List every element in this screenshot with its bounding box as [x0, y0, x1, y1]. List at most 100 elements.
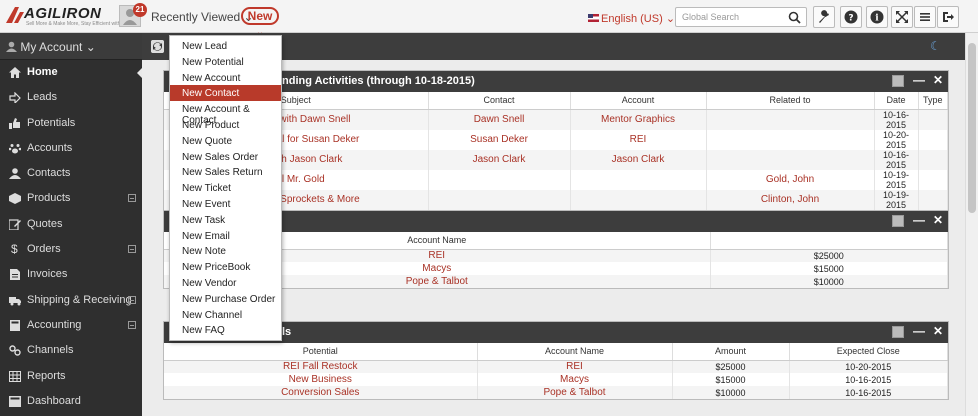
close-icon[interactable]: ✕ — [933, 74, 945, 87]
related-link[interactable]: Clinton, John — [706, 189, 875, 210]
column-header[interactable]: Expected Close — [789, 343, 948, 361]
sidebar-item-contacts[interactable]: Contacts — [0, 161, 142, 186]
minimize-icon[interactable]: — — [913, 214, 925, 227]
column-header[interactable]: Account — [570, 92, 707, 110]
menu-item-new-contact[interactable]: New Contact — [170, 85, 281, 102]
fullscreen-button[interactable] — [891, 6, 913, 28]
account-link[interactable]: REI — [570, 129, 707, 150]
account-link[interactable]: Macys — [477, 373, 673, 386]
panel-settings-icon[interactable] — [892, 75, 904, 87]
column-header[interactable]: Potential — [164, 343, 478, 361]
amount-cell: $10000 — [672, 386, 790, 399]
help-button[interactable]: ? — [840, 6, 862, 28]
language-selector[interactable]: English (US) ⌄ — [588, 12, 675, 25]
sidebar-item-home[interactable]: Home — [0, 60, 143, 85]
menu-item-new-task[interactable]: New Task — [170, 212, 281, 228]
menu-item-new-channel[interactable]: New Channel — [170, 307, 281, 323]
potential-link[interactable]: Conversion Sales — [164, 386, 478, 399]
close-icon[interactable]: ✕ — [933, 214, 945, 227]
account-link[interactable]: Pope & Talbot — [477, 386, 673, 399]
info-button[interactable]: i — [866, 6, 888, 28]
sidebar-item-dashboard[interactable]: Dashboard — [0, 389, 142, 414]
contact-link[interactable]: Dawn Snell — [428, 109, 571, 130]
logo-tagline: Sell More & Make More, Stay Efficient wi… — [26, 21, 133, 27]
panel-settings-icon[interactable] — [892, 215, 904, 227]
my-account-label: My Account — [20, 40, 83, 54]
account-link[interactable]: Mentor Graphics — [570, 109, 707, 130]
menu-item-new-product[interactable]: New Product — [170, 117, 281, 133]
new-menu-button[interactable]: New ⌄ — [241, 7, 279, 37]
sidebar-item-reports[interactable]: Reports — [0, 364, 142, 389]
close-icon[interactable]: ✕ — [933, 325, 945, 338]
menu-item-new-event[interactable]: New Event — [170, 196, 281, 212]
potential-link[interactable]: New Business — [164, 373, 478, 386]
sidebar-item-shipping[interactable]: Shipping & Receiving — [0, 288, 142, 313]
loading-icon: ☾ — [930, 39, 941, 53]
column-header[interactable]: Account Name — [477, 343, 673, 361]
search-icon[interactable] — [788, 11, 801, 24]
global-search-input[interactable]: Global Search — [675, 7, 807, 27]
page-scrollbar[interactable] — [965, 33, 978, 416]
collapse-icon[interactable] — [128, 194, 136, 203]
panel-settings-icon[interactable] — [892, 326, 904, 338]
menu-item-new-ticket[interactable]: New Ticket — [170, 180, 281, 196]
column-header[interactable]: Contact — [428, 92, 571, 110]
related-link[interactable] — [706, 129, 875, 150]
collapse-icon[interactable] — [128, 295, 136, 304]
account-link[interactable]: Jason Clark — [570, 149, 707, 170]
contact-link[interactable] — [428, 189, 571, 210]
related-link[interactable] — [706, 149, 875, 170]
contact-link[interactable]: Susan Deker — [428, 129, 571, 150]
sidebar-item-label: Reports — [27, 369, 66, 382]
menu-item-new-lead[interactable]: New Lead — [170, 38, 281, 54]
menu-item-new-account[interactable]: New Account — [170, 70, 281, 86]
sidebar-item-potentials[interactable]: Potentials — [0, 111, 142, 136]
related-link[interactable] — [706, 109, 875, 130]
collapse-icon[interactable] — [128, 245, 136, 254]
refresh-icon[interactable] — [151, 40, 164, 53]
menu-item-new-sales-order[interactable]: New Sales Order — [170, 149, 281, 165]
sidebar-item-quotes[interactable]: Quotes — [0, 212, 142, 237]
menu-item-new-email[interactable]: New Email — [170, 228, 281, 244]
type-cell — [918, 129, 948, 150]
menu-button[interactable] — [914, 6, 936, 28]
sidebar-item-products[interactable]: Products — [0, 186, 142, 211]
menu-item-new-account-contact[interactable]: New Account & Contact — [170, 101, 281, 126]
account-link[interactable]: REI — [477, 360, 673, 373]
sidebar-item-invoices[interactable]: Invoices — [0, 262, 142, 287]
agiliron-logo[interactable]: AGILIRON Sell More & Make More, Stay Eff… — [6, 5, 133, 27]
contact-link[interactable] — [428, 169, 571, 190]
tools-button[interactable] — [813, 6, 835, 28]
menu-item-new-pricebook[interactable]: New PriceBook — [170, 259, 281, 275]
logout-button[interactable] — [937, 6, 959, 28]
my-account-menu[interactable]: My Account ⌄ — [0, 33, 142, 60]
menu-item-new-note[interactable]: New Note — [170, 243, 281, 259]
minimize-icon[interactable]: — — [913, 74, 925, 87]
related-link[interactable]: Gold, John — [706, 169, 875, 190]
column-header[interactable] — [710, 232, 948, 250]
account-link[interactable] — [570, 169, 707, 190]
menu-item-new-vendor[interactable]: New Vendor — [170, 275, 281, 291]
menu-item-new-quote[interactable]: New Quote — [170, 133, 281, 149]
recently-viewed-menu[interactable]: Recently Viewed ⌄ — [151, 10, 254, 24]
menu-item-new-potential[interactable]: New Potential — [170, 54, 281, 70]
sidebar-item-channels[interactable]: Channels — [0, 338, 142, 363]
sidebar-item-orders[interactable]: $ Orders — [0, 237, 142, 262]
account-link[interactable] — [570, 189, 707, 210]
menu-item-new-faq[interactable]: New FAQ — [170, 322, 281, 338]
scrollbar-thumb[interactable] — [968, 43, 976, 213]
sidebar-item-accounts[interactable]: Accounts — [0, 136, 142, 161]
menu-item-new-purchase-order[interactable]: New Purchase Order — [170, 291, 281, 307]
sidebar-item-leads[interactable]: Leads — [0, 85, 142, 110]
user-avatar[interactable]: 21 — [119, 3, 147, 27]
contact-link[interactable]: Jason Clark — [428, 149, 571, 170]
collapse-icon[interactable] — [128, 320, 136, 329]
potential-link[interactable]: REI Fall Restock — [164, 360, 478, 373]
column-header[interactable]: Amount — [672, 343, 790, 361]
column-header[interactable]: Related to — [706, 92, 875, 110]
minimize-icon[interactable]: — — [913, 325, 925, 338]
menu-item-new-sales-return[interactable]: New Sales Return — [170, 164, 281, 180]
sidebar-item-accounting[interactable]: Accounting — [0, 313, 142, 338]
column-header[interactable]: Type — [918, 92, 948, 110]
column-header[interactable]: Date — [874, 92, 919, 110]
